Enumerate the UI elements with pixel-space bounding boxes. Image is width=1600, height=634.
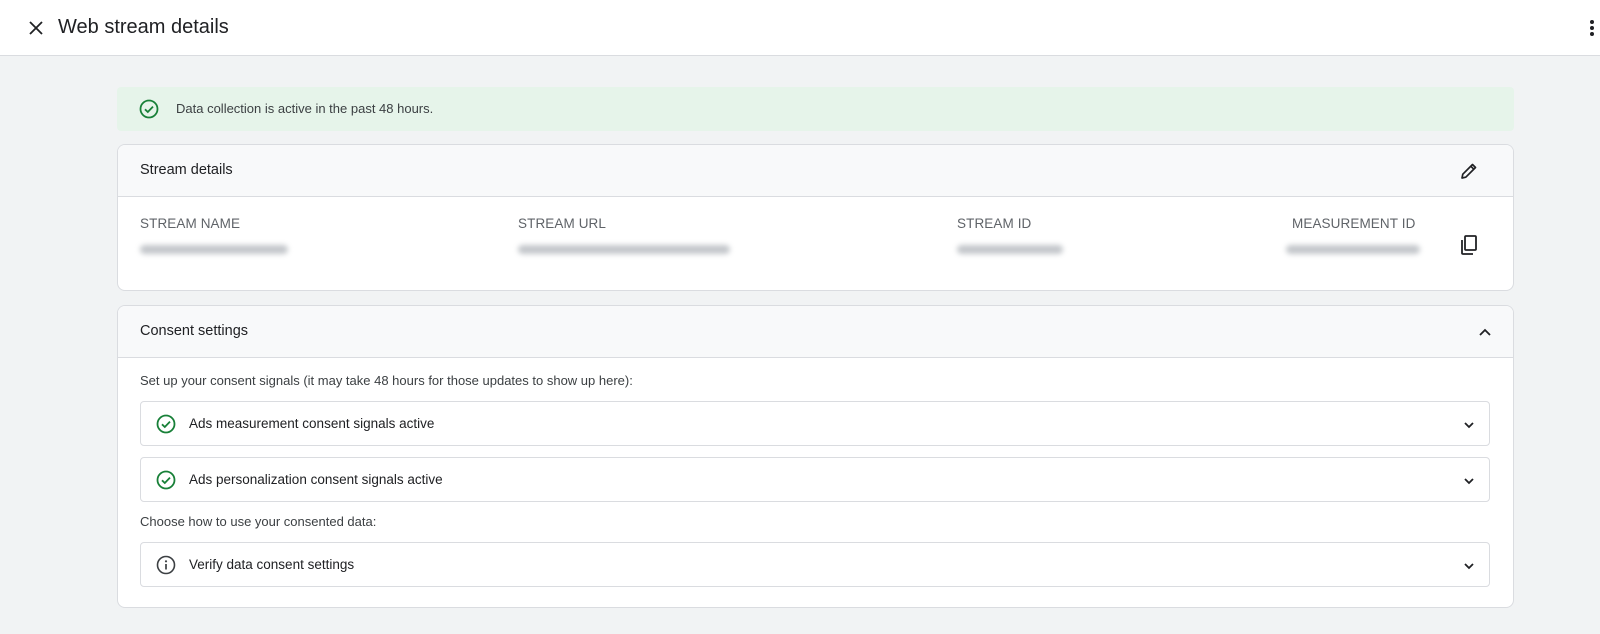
more-options-button[interactable] bbox=[1584, 14, 1600, 42]
consent-settings-title: Consent settings bbox=[140, 323, 249, 339]
info-icon bbox=[156, 555, 176, 575]
copy-icon bbox=[1461, 235, 1477, 255]
check-circle-icon bbox=[156, 470, 176, 490]
verify-data-consent-label: Verify data consent settings bbox=[189, 557, 355, 572]
stream-details-title: Stream details bbox=[140, 162, 233, 178]
chevron-down-icon bbox=[1464, 422, 1474, 429]
close-button[interactable] bbox=[22, 14, 50, 42]
stream-details-header: Stream details bbox=[118, 145, 1513, 197]
consent-settings-card: Consent settings Set up your consent sig… bbox=[117, 305, 1514, 608]
check-circle-icon bbox=[156, 414, 176, 434]
top-bar: Web stream details bbox=[0, 0, 1600, 56]
stream-name-label: STREAM NAME bbox=[140, 216, 241, 231]
stream-name-field: STREAM NAME bbox=[140, 216, 288, 254]
more-vert-icon bbox=[1590, 20, 1594, 36]
consent-settings-header[interactable]: Consent settings bbox=[118, 306, 1513, 358]
consented-data-text: Choose how to use your consented data: bbox=[140, 514, 377, 529]
copy-measurement-id-button[interactable] bbox=[1457, 233, 1481, 257]
stream-id-field: STREAM ID bbox=[957, 216, 1063, 254]
close-icon bbox=[29, 21, 43, 35]
stream-name-value-redacted bbox=[140, 245, 288, 254]
measurement-id-label: MEASUREMENT ID bbox=[1292, 216, 1416, 231]
ads-personalization-consent-label: Ads personalization consent signals acti… bbox=[189, 472, 443, 487]
check-circle-icon bbox=[139, 99, 159, 119]
ads-measurement-consent-label: Ads measurement consent signals active bbox=[189, 416, 435, 431]
data-collection-banner: Data collection is active in the past 48… bbox=[117, 87, 1514, 131]
verify-data-consent-row[interactable]: Verify data consent settings bbox=[140, 542, 1490, 587]
page-title: Web stream details bbox=[58, 16, 229, 38]
measurement-id-field: MEASUREMENT ID bbox=[1286, 216, 1420, 254]
chevron-down-icon bbox=[1464, 478, 1474, 485]
ads-personalization-consent-row[interactable]: Ads personalization consent signals acti… bbox=[140, 457, 1490, 502]
pencil-icon bbox=[1461, 163, 1477, 179]
chevron-down-icon bbox=[1464, 563, 1474, 570]
ads-measurement-consent-row[interactable]: Ads measurement consent signals active bbox=[140, 401, 1490, 446]
stream-url-label: STREAM URL bbox=[518, 216, 607, 231]
chevron-up-icon bbox=[1479, 328, 1491, 336]
collapse-button[interactable] bbox=[1473, 320, 1497, 344]
consent-intro-text: Set up your consent signals (it may take… bbox=[140, 373, 633, 388]
stream-id-label: STREAM ID bbox=[957, 216, 1032, 231]
stream-url-value-redacted bbox=[518, 245, 730, 254]
stream-url-field: STREAM URL bbox=[518, 216, 730, 254]
edit-stream-button[interactable] bbox=[1457, 159, 1481, 183]
measurement-id-value-redacted bbox=[1286, 245, 1420, 254]
banner-text: Data collection is active in the past 48… bbox=[176, 101, 434, 116]
stream-id-value-redacted bbox=[957, 245, 1063, 254]
stream-details-card: Stream details STREAM NAME STREAM URL ST… bbox=[117, 144, 1514, 291]
